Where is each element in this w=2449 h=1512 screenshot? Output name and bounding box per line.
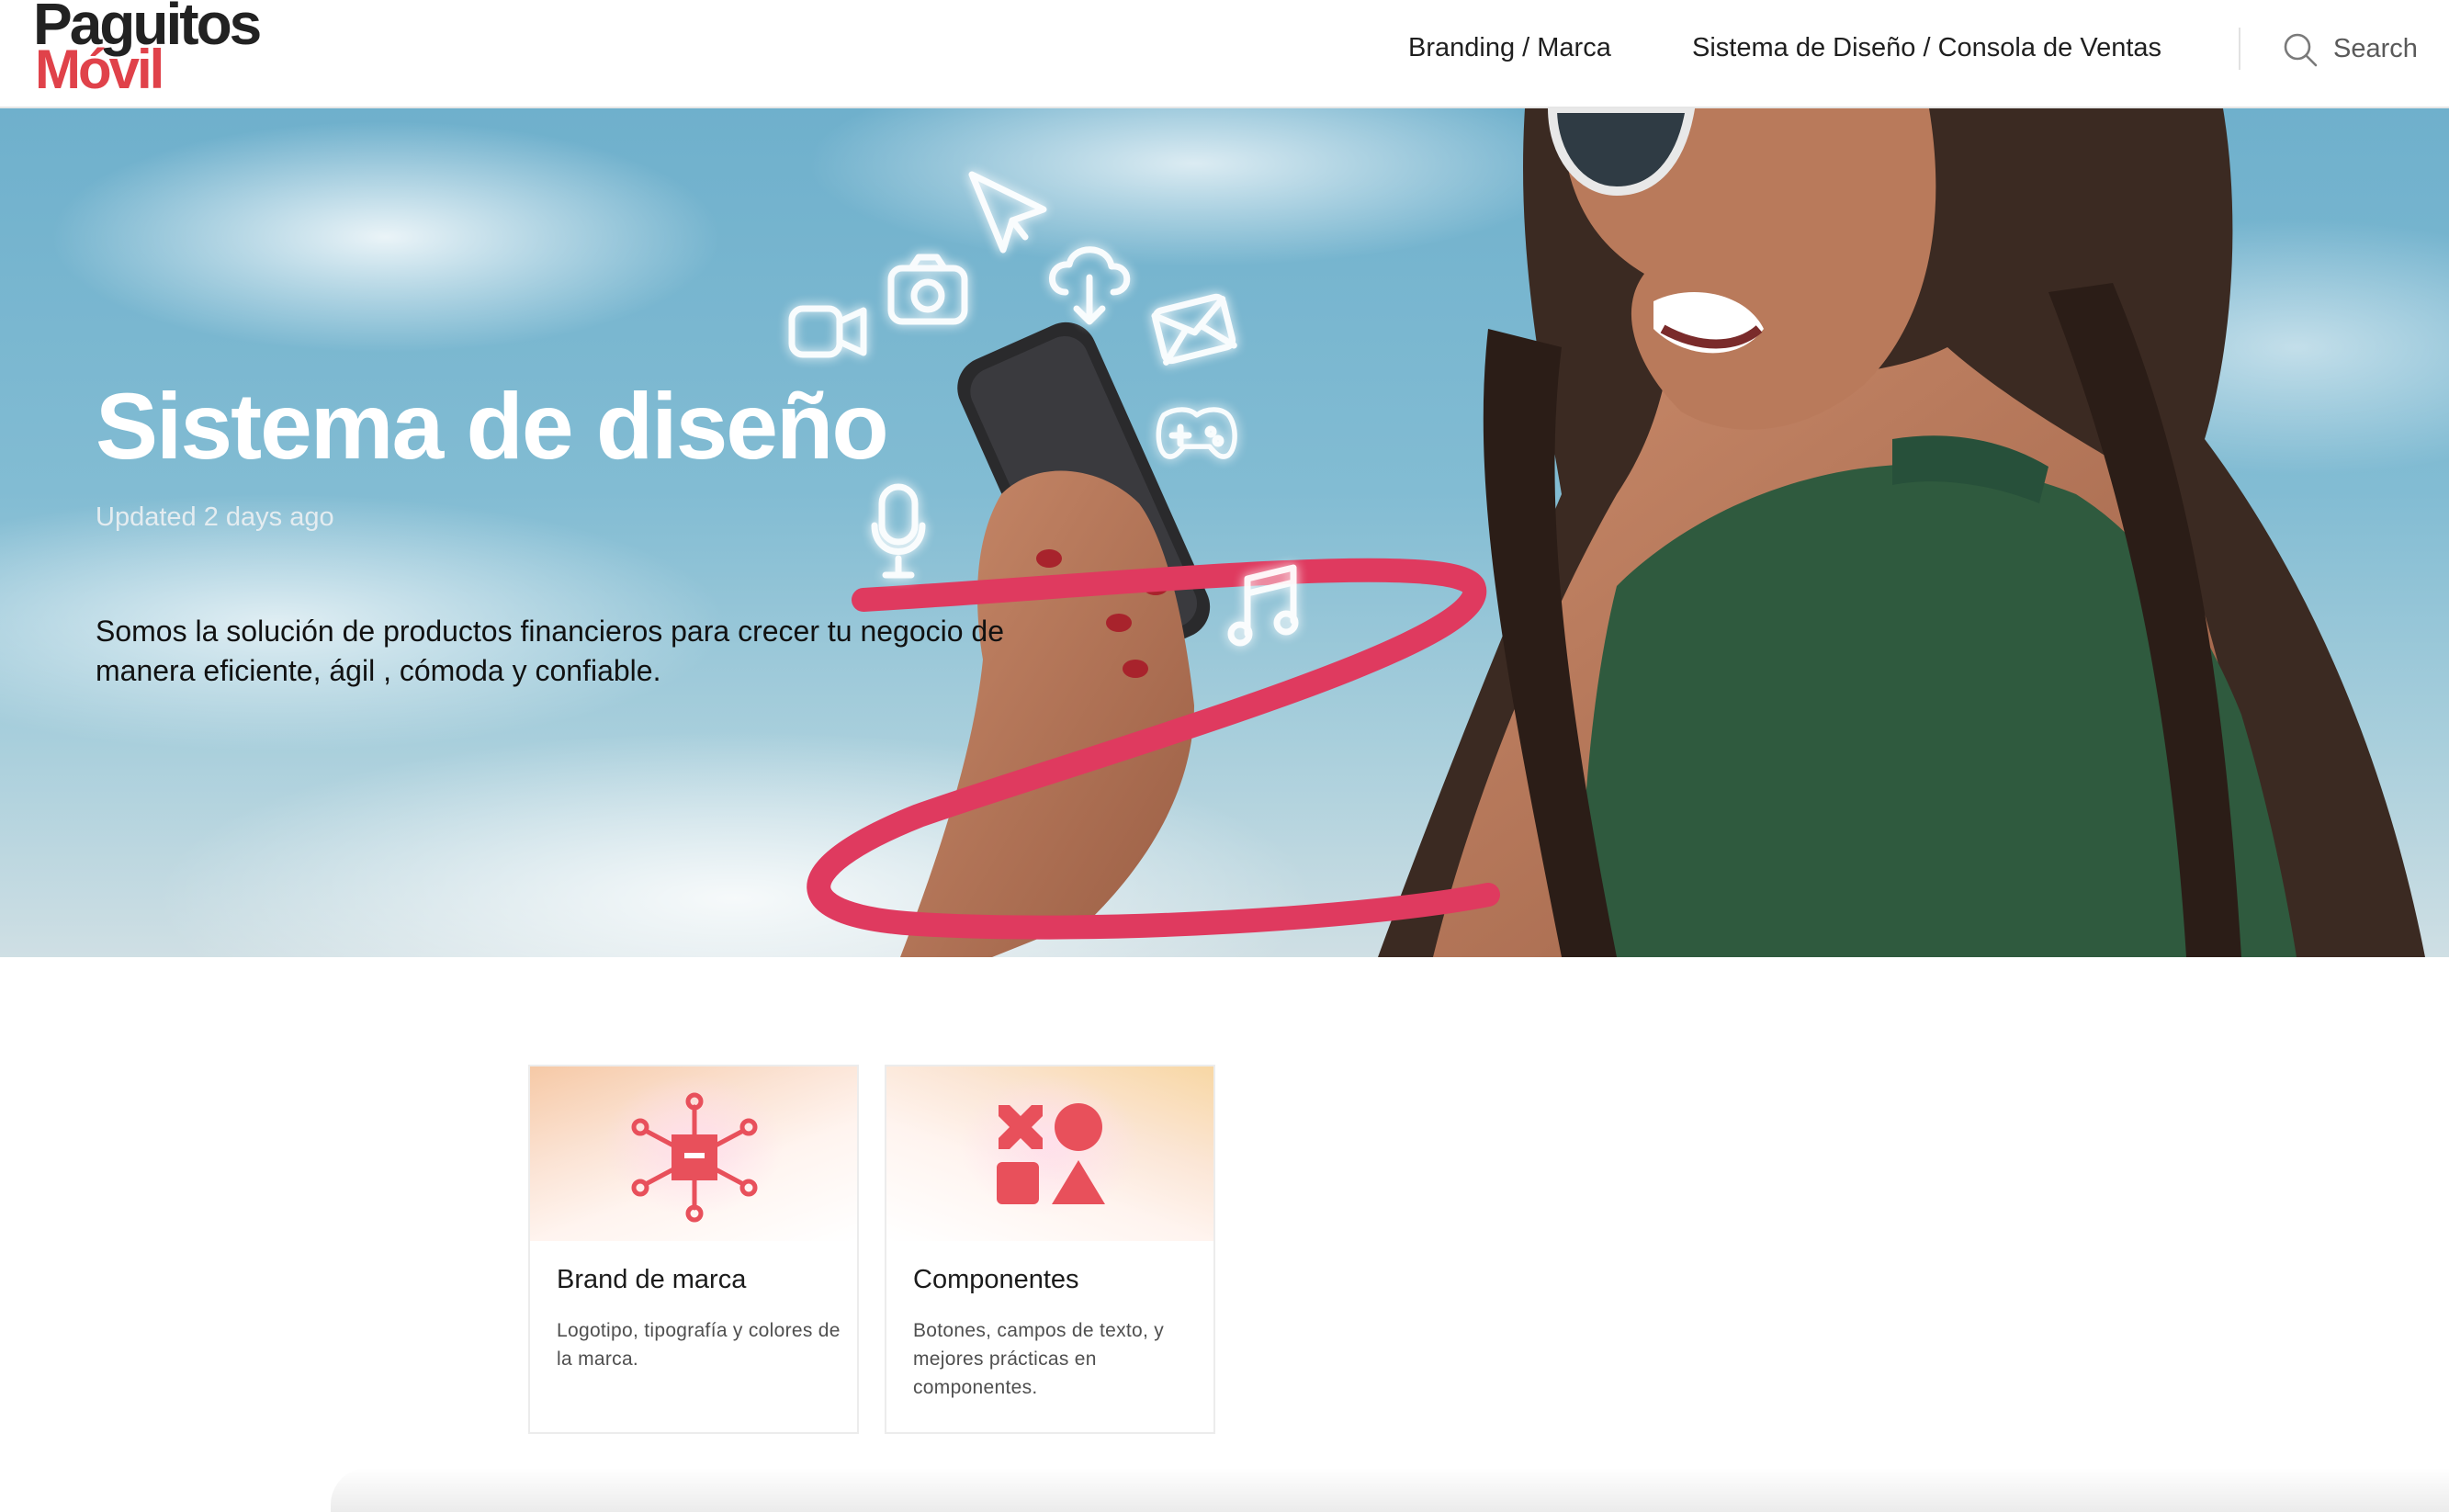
search-button[interactable]: Search [2282, 28, 2420, 70]
card-header-gradient [530, 1066, 857, 1241]
hub-network-icon [631, 1092, 758, 1223]
nav-divider [2239, 28, 2240, 70]
card-title: Componentes [913, 1265, 1079, 1294]
updated-timestamp: Updated 2 days ago [96, 502, 334, 532]
card-header-gradient [886, 1066, 1213, 1241]
card-brand-de-marca[interactable]: Brand de marca Logotipo, tipografía y co… [528, 1065, 859, 1434]
card-description: Logotipo, tipografía y colores de la mar… [557, 1320, 841, 1370]
hero-description: Somos la solución de productos financier… [96, 615, 1005, 687]
video-icon [788, 305, 843, 358]
page-title: Sistema de diseño [96, 374, 889, 479]
card-componentes[interactable]: Componentes Botones, campos de texto, y … [885, 1065, 1215, 1434]
top-header: Paguitos Móvil Branding / Marca Sistema … [0, 0, 2449, 108]
card-description: Botones, campos de texto, y mejores prác… [913, 1320, 1165, 1398]
nav-link-branding[interactable]: Branding / Marca [1408, 29, 1611, 66]
paguitos-movil-logo[interactable]: Paguitos Móvil [33, 0, 309, 101]
search-label: Search [2333, 34, 2418, 63]
hero-banner: Sistema de diseño Updated 2 days ago Som… [0, 108, 2449, 957]
hero-illustration [788, 108, 2425, 957]
nav-link-design-system[interactable]: Sistema de Diseño / Consola de Ventas [1692, 29, 2161, 66]
logo-wordmark-line2: Móvil [35, 39, 164, 100]
bottom-panel-shadow [331, 1468, 2449, 1512]
search-icon [2284, 33, 2318, 67]
card-title: Brand de marca [557, 1265, 747, 1294]
shapes-icon [997, 1103, 1105, 1204]
